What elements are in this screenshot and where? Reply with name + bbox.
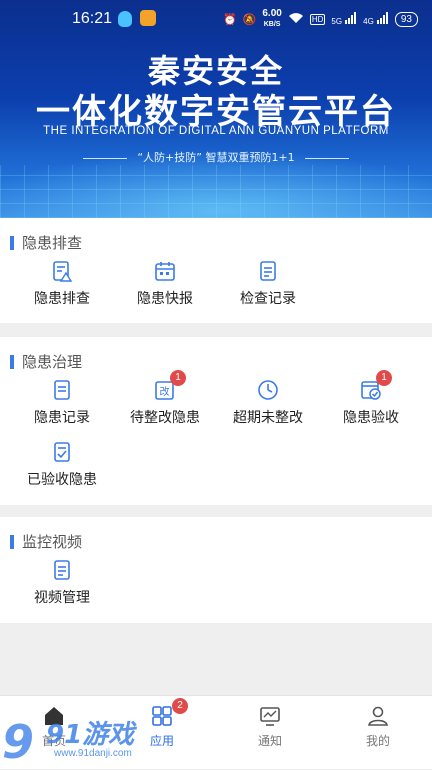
hazard-record-button[interactable]: 隐患记录 [12, 379, 112, 427]
hazard-acceptance-button[interactable]: 1 隐患验收 [321, 370, 421, 427]
hazard-check-button[interactable]: 隐患排查 [12, 260, 112, 308]
document-list-icon [257, 260, 279, 282]
wifi-icon [288, 12, 304, 27]
check-document-icon: 1 [360, 370, 392, 401]
video-management-button[interactable]: 视频管理 [12, 559, 112, 607]
status-time: 16:21 [72, 10, 113, 27]
svg-text:9: 9 [2, 715, 34, 769]
edit-icon: 改 1 [154, 370, 186, 401]
hd-badge: HD [309, 14, 326, 25]
section-title: 监控视频 [10, 531, 82, 552]
alarm-icon: ⏰ [222, 14, 237, 26]
app-notification-icon [140, 10, 156, 26]
document-check-icon [51, 441, 73, 463]
monitor-icon [258, 704, 282, 728]
notification-badge: 2 [172, 698, 188, 714]
inspection-record-button[interactable]: 检查记录 [218, 260, 318, 308]
banner-english: THE INTEGRATION OF DIGITAL ANN GUANYUN P… [43, 125, 389, 137]
pending-rectification-button[interactable]: 改 1 待整改隐患 [115, 370, 215, 427]
clock-icon [257, 379, 279, 401]
notification-badge: 1 [376, 370, 392, 386]
overdue-unrectified-button[interactable]: 超期未整改 [218, 379, 318, 427]
document-list-icon [51, 559, 73, 581]
qq-icon [118, 11, 132, 27]
tab-notifications[interactable]: 通知 [216, 704, 324, 749]
notification-badge: 1 [170, 370, 186, 386]
section-hazard-governance: 隐患治理 隐患记录 改 1 待整改隐患 超期未整改 1 隐患验收 已验收隐患 [0, 337, 432, 505]
banner-grid [0, 165, 432, 218]
status-bar: 16:21 ⏰ 🔕 6.00 KB/S HD 5G 4G 93 [0, 0, 432, 36]
svg-text:改: 改 [160, 385, 170, 398]
section-hazard-check: 隐患排查 隐患排查 隐患快报 检查记录 [0, 218, 432, 323]
document-icon [51, 379, 73, 401]
section-title: 隐患治理 [10, 351, 82, 372]
mute-icon: 🔕 [242, 14, 257, 26]
battery-indicator: 93 [394, 12, 418, 27]
hazard-quick-report-button[interactable]: 隐患快报 [115, 260, 215, 308]
signal-4g: 4G [363, 12, 389, 27]
section-title: 隐患排查 [10, 232, 82, 253]
clipboard-warning-icon [51, 260, 73, 282]
banner-slogan: “人防+技防” 智慧双重预防1+1 [0, 149, 432, 165]
tab-profile[interactable]: 我的 [324, 704, 432, 749]
user-icon [366, 704, 390, 728]
net-speed: 6.00 KB/S [262, 8, 282, 29]
accepted-hazard-button[interactable]: 已验收隐患 [12, 441, 112, 489]
section-monitoring-video: 监控视频 视频管理 [0, 517, 432, 623]
watermark-url: www.91danji.com [54, 748, 132, 759]
signal-5g: 5G [331, 12, 357, 27]
watermark-text: 91游戏 [46, 720, 135, 750]
grid-icon: 2 [150, 698, 188, 728]
calendar-icon [154, 260, 176, 282]
